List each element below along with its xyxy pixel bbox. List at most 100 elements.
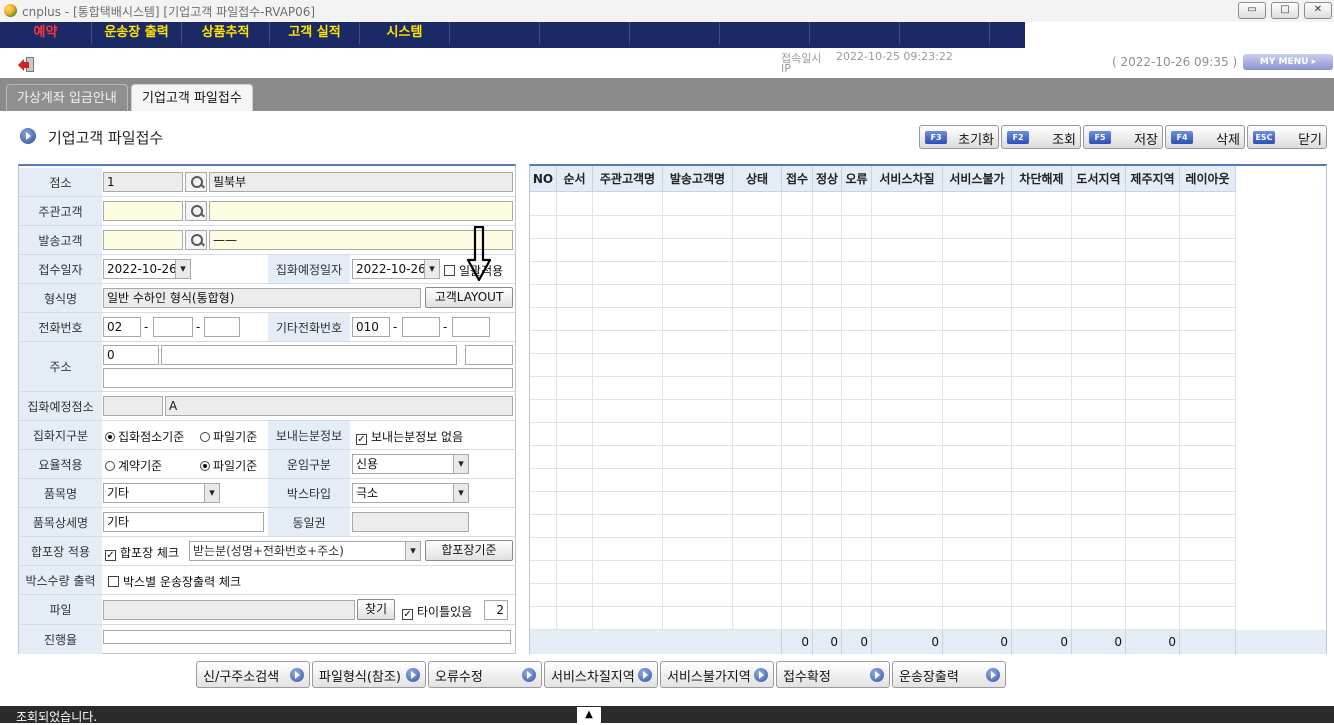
box-count-checkbox[interactable]: 박스별 운송장출력 체크 (108, 573, 241, 590)
freight-type-select[interactable]: 신용 (352, 454, 469, 474)
my-menu-button[interactable]: MY MENU ▸ (1243, 54, 1333, 70)
menu-empty-2 (540, 22, 630, 44)
combine-checkbox[interactable]: ✓ 합포장 체크 (105, 544, 179, 561)
main-customer-search-icon[interactable] (185, 201, 207, 221)
grid-column-header[interactable]: 정상 (813, 166, 842, 192)
menu-waybill-print[interactable]: 운송장 출력 (92, 22, 182, 44)
tab-virtual-account[interactable]: 가상계좌 입금안내 (6, 84, 128, 111)
grid-column-header[interactable]: 순서 (557, 166, 593, 192)
waybill-print-button[interactable]: 운송장출력 (892, 661, 1006, 688)
search-button[interactable]: F2 조회 (1001, 125, 1081, 149)
form-row-branch: 점소 1 필북부 (19, 168, 515, 197)
menu-customer-performance[interactable]: 고객 실적 (270, 22, 360, 44)
item-detail-field[interactable]: 기타 (103, 512, 264, 532)
grid-row-line (530, 307, 1236, 308)
grid-column-header[interactable]: 차단해제 (1012, 166, 1072, 192)
pickup-date-picker[interactable]: 2022-10-26 (352, 259, 440, 279)
format-name-field[interactable]: 일반 수하인 형식(통합형) (103, 288, 421, 308)
pickup-type-label: 집화지구분 (19, 421, 102, 449)
pickup-branch-name-field[interactable]: A (165, 396, 513, 416)
grid-column-header[interactable]: 레이아웃 (1180, 166, 1236, 192)
branch-code-field[interactable]: 1 (103, 172, 183, 192)
freight-type-label: 운임구분 (268, 450, 350, 478)
grid-total-cell: 0 (1126, 630, 1180, 654)
other-phone-area-field[interactable]: 010 (352, 317, 390, 337)
grid-column-header[interactable]: 오류 (842, 166, 872, 192)
browse-button[interactable]: 찾기 (357, 599, 395, 620)
address-extra-field[interactable] (465, 345, 513, 365)
arrow-right-icon (290, 668, 304, 682)
no-sender-info-checkbox[interactable]: ✓ 보내는분정보 없음 (356, 428, 463, 445)
grid-column-header[interactable]: NO (530, 166, 557, 192)
service-disruption-area-button[interactable]: 서비스차질지역 (544, 661, 658, 688)
combine-criteria-button[interactable]: 합포장기준 (425, 540, 513, 561)
grid-column-header[interactable]: 접수 (782, 166, 813, 192)
other-phone-last-field[interactable] (452, 317, 490, 337)
sender-code-field[interactable] (103, 230, 183, 250)
scroll-up-arrow-icon[interactable]: ▲ (577, 707, 601, 723)
page-title-arrow-icon (20, 128, 36, 144)
save-button[interactable]: F5 저장 (1083, 125, 1163, 149)
grid-column-header[interactable]: 상태 (733, 166, 782, 192)
radio-pickup-file-basis[interactable]: 파일기준 (200, 428, 257, 445)
arrow-right-icon (754, 668, 768, 682)
file-path-field[interactable] (103, 600, 355, 620)
main-customer-name-field[interactable] (209, 201, 513, 221)
menu-system[interactable]: 시스템 (360, 22, 450, 44)
branch-name-field[interactable]: 필북부 (209, 172, 513, 192)
maximize-button[interactable]: □ (1271, 2, 1299, 19)
sender-search-icon[interactable] (185, 230, 207, 250)
reset-button-label: 초기화 (958, 133, 994, 148)
progress-label: 진행율 (19, 625, 102, 654)
delete-button[interactable]: F4 삭제 (1165, 125, 1245, 149)
grid-total-cell: 0 (1072, 630, 1126, 654)
grid-column-header[interactable]: 서비스불가 (943, 166, 1012, 192)
item-select[interactable]: 기타 (103, 483, 220, 503)
tab-corporate-file-receipt[interactable]: 기업고객 파일접수 (131, 84, 253, 111)
title-row-checkbox[interactable]: ✓ 타이틀있음 (402, 603, 472, 620)
close-window-button[interactable]: ✕ (1304, 2, 1332, 19)
grid-column-header[interactable]: 발송고객명 (663, 166, 733, 192)
main-customer-code-field[interactable] (103, 201, 183, 221)
receipt-date-picker[interactable]: 2022-10-26 (103, 259, 191, 279)
grid-column-header[interactable]: 주관고객명 (593, 166, 663, 192)
grid-column-header[interactable]: 도서지역 (1072, 166, 1126, 192)
close-button[interactable]: ESC 닫기 (1247, 125, 1327, 149)
combine-criteria-select[interactable]: 받는분(성명+전화번호+주소) (189, 541, 421, 561)
service-unavailable-area-button[interactable]: 서비스불가지역 (660, 661, 774, 688)
title-row-count-field[interactable]: 2 (484, 600, 508, 620)
address-line1-field[interactable] (161, 345, 457, 365)
phone-area-field[interactable]: 02 (103, 317, 141, 337)
menu-reservation[interactable]: 예약 (0, 22, 92, 44)
radio-pickup-branch-basis[interactable]: 집화점소기준 (105, 428, 184, 445)
radio-rate-file[interactable]: 파일기준 (200, 457, 257, 474)
minimize-button[interactable]: ▭ (1238, 2, 1266, 19)
phone-last-field[interactable] (204, 317, 240, 337)
exit-icon[interactable] (16, 56, 36, 74)
pickup-branch-code-field[interactable] (103, 396, 163, 416)
same-zone-field[interactable] (352, 512, 469, 532)
zip-code-field[interactable]: 0 (103, 345, 159, 365)
address-search-button[interactable]: 신/구주소검색 (196, 661, 310, 688)
format-label: 형식명 (19, 284, 102, 312)
reset-button[interactable]: F3 초기화 (919, 125, 999, 149)
branch-search-icon[interactable] (185, 172, 207, 192)
file-format-reference-button[interactable]: 파일형식(참조) (312, 661, 426, 688)
customer-layout-button[interactable]: 고객LAYOUT (425, 287, 513, 308)
grid-column-header[interactable]: 제주지역 (1126, 166, 1180, 192)
confirm-receipt-button[interactable]: 접수확정 (776, 661, 890, 688)
radio-rate-file-label: 파일기준 (213, 459, 258, 473)
phone-middle-field[interactable] (153, 317, 193, 337)
receipt-form-panel: 점소 1 필북부 주관고객 발송고객 —— 접수일자 2022-10-26 집화… (18, 164, 516, 654)
f3-key-icon: F3 (925, 131, 947, 144)
esc-key-icon: ESC (1253, 131, 1275, 144)
grid-row-line (530, 399, 1236, 400)
radio-rate-contract-label: 계약기준 (118, 459, 163, 473)
other-phone-middle-field[interactable] (402, 317, 440, 337)
box-type-select[interactable]: 극소 (352, 483, 469, 503)
radio-rate-contract[interactable]: 계약기준 (105, 457, 162, 474)
menu-tracking[interactable]: 상품추적 (182, 22, 270, 44)
grid-column-header[interactable]: 서비스차질 (872, 166, 943, 192)
error-fix-button[interactable]: 오류수정 (428, 661, 542, 688)
address-line2-field[interactable] (103, 368, 513, 388)
